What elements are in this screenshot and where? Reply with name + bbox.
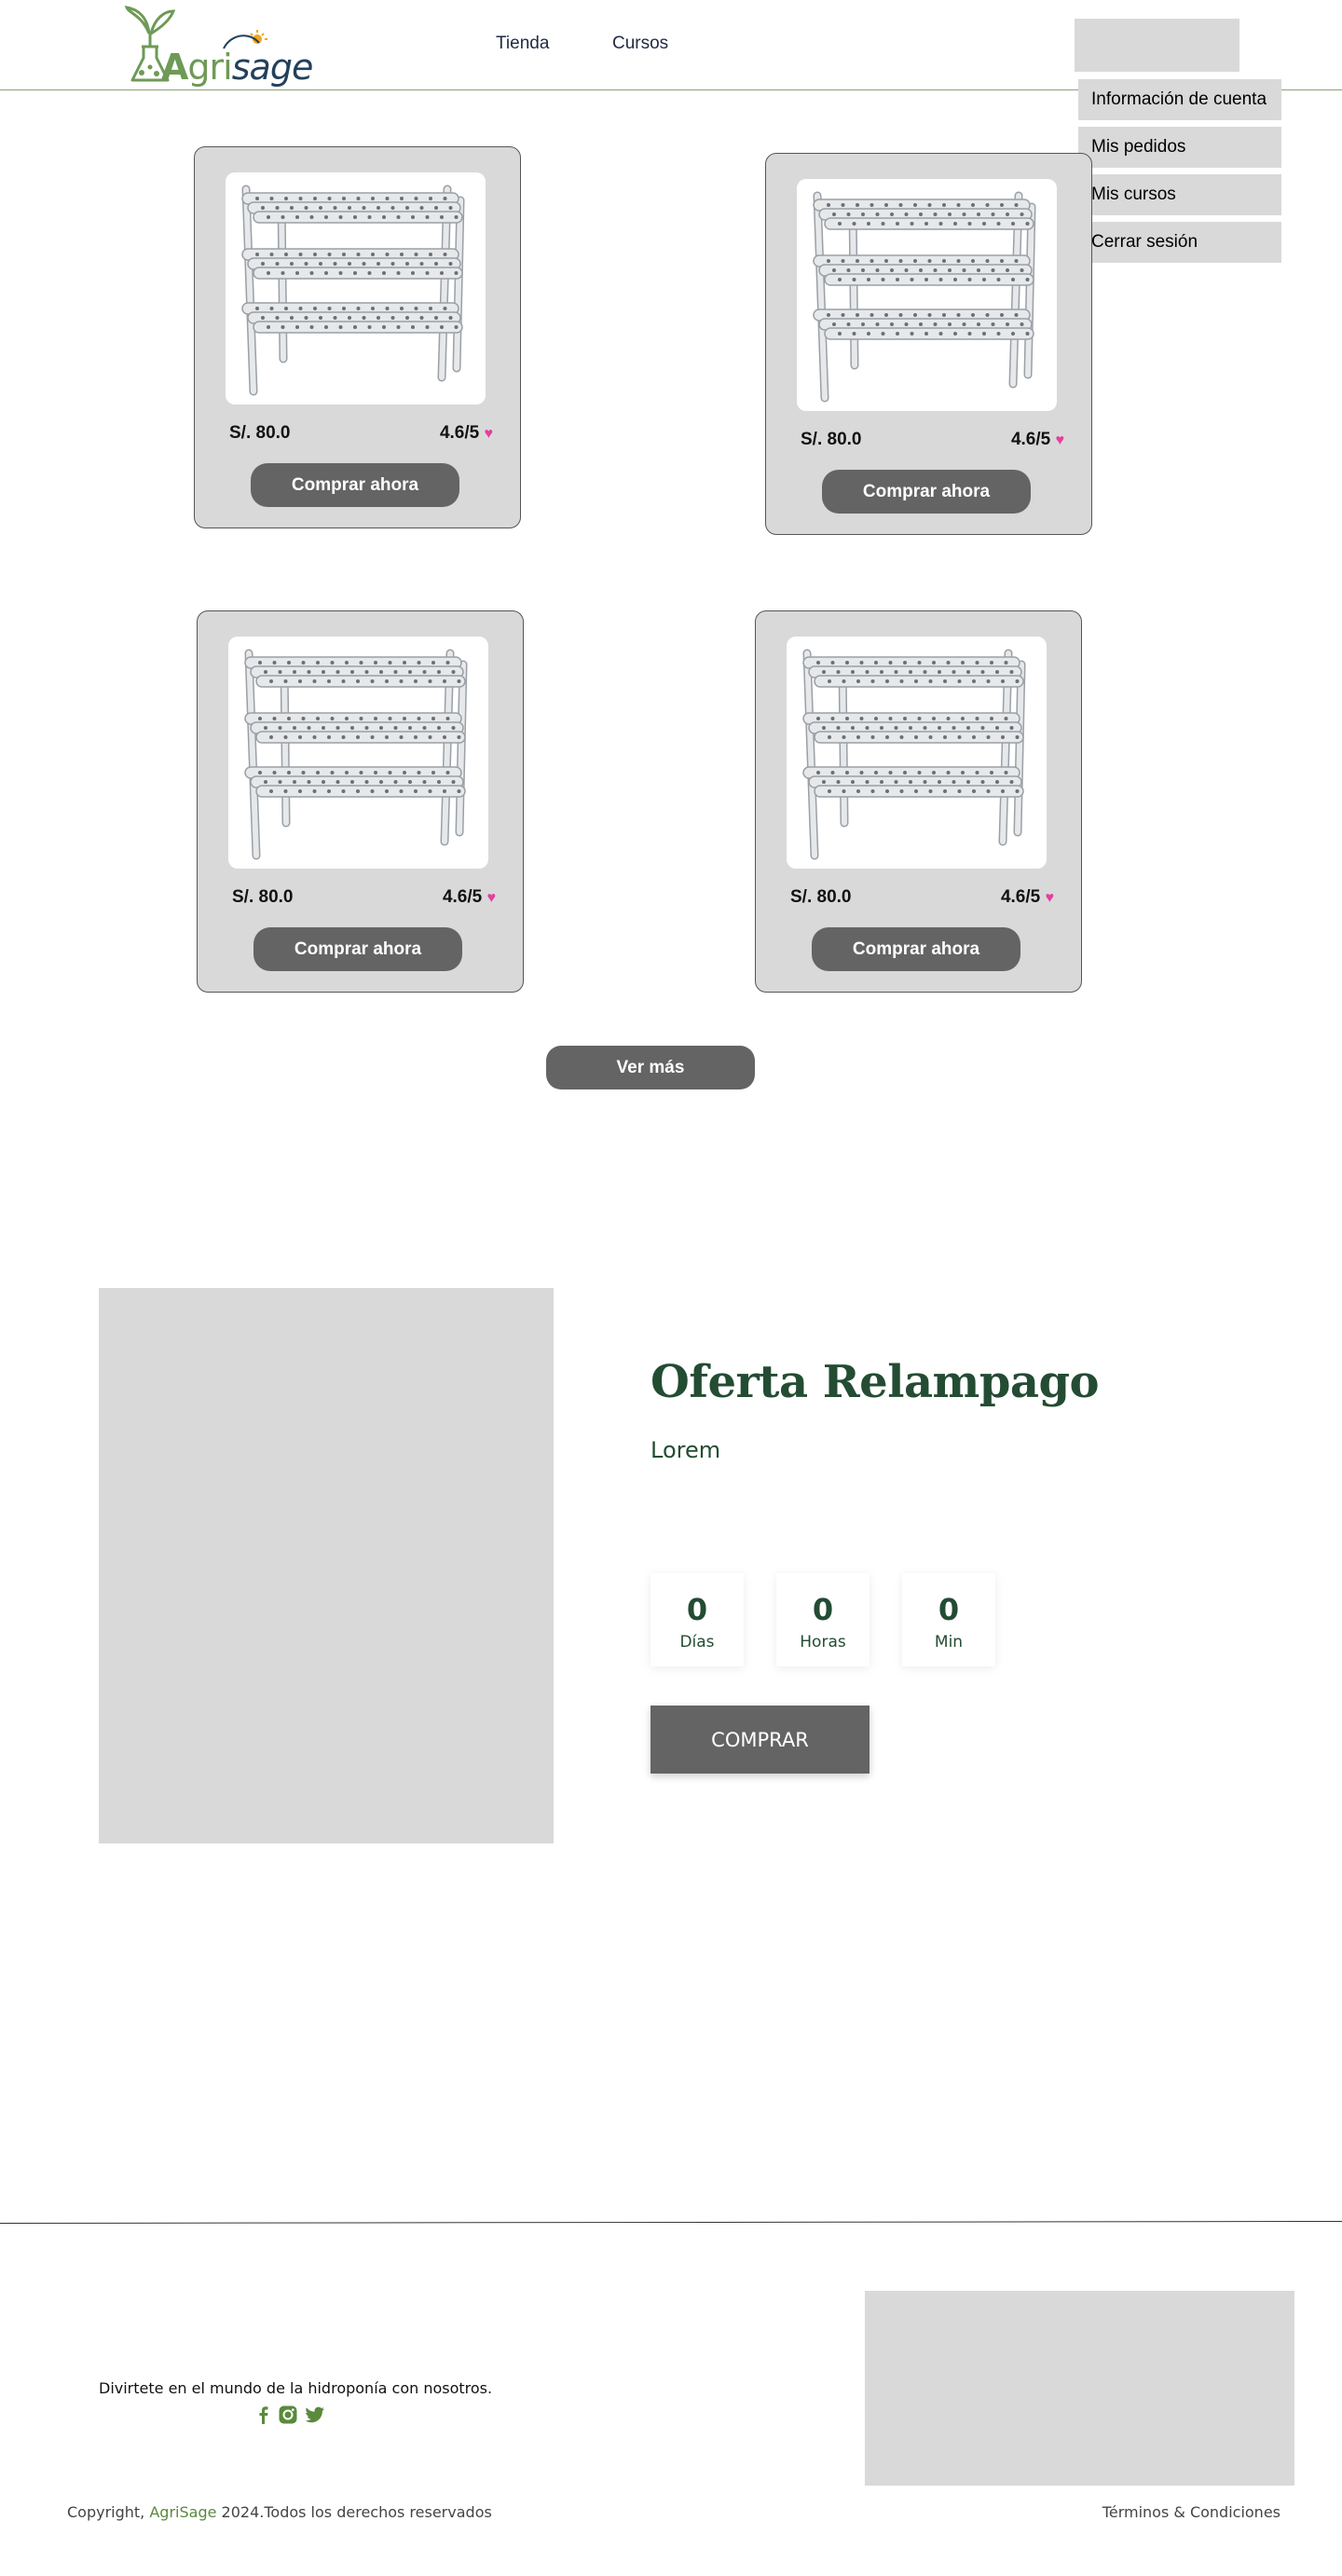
product-price: S/. 80.0 bbox=[790, 887, 852, 907]
product-card: S/. 80.0 4.6/5 ♥ Comprar ahora bbox=[765, 153, 1092, 535]
account-button[interactable] bbox=[1075, 19, 1239, 72]
product-price: S/. 80.0 bbox=[801, 430, 862, 449]
nav-cursos[interactable]: Cursos bbox=[612, 34, 668, 54]
product-rating: 4.6/5 ♥ bbox=[1010, 430, 1065, 449]
site-header: Agrisage Tienda Cursos bbox=[0, 0, 1342, 90]
menu-item-my-orders[interactable]: Mis pedidos bbox=[1078, 127, 1281, 168]
footer-tagline: Divirtete en el mundo de la hidroponía c… bbox=[99, 2379, 493, 2397]
menu-item-account-info[interactable]: Información de cuenta bbox=[1078, 79, 1281, 120]
countdown-value: 0 bbox=[812, 1592, 834, 1627]
buy-offer-button[interactable]: COMPRAR bbox=[650, 1706, 870, 1774]
hydroponic-shelf-icon bbox=[802, 649, 1026, 860]
buy-now-button[interactable]: Comprar ahora bbox=[812, 927, 1020, 971]
product-image[interactable] bbox=[226, 172, 486, 404]
buy-now-button[interactable]: Comprar ahora bbox=[253, 927, 462, 971]
buy-now-button[interactable]: Comprar ahora bbox=[822, 470, 1031, 514]
nav-tienda[interactable]: Tienda bbox=[496, 34, 549, 54]
product-image[interactable] bbox=[787, 637, 1047, 869]
countdown-value: 0 bbox=[938, 1592, 960, 1627]
product-price: S/. 80.0 bbox=[232, 887, 294, 907]
product-rating: 4.6/5 ♥ bbox=[1000, 887, 1055, 907]
heart-icon: ♥ bbox=[1045, 890, 1055, 906]
offer-title: Oferta Relampago bbox=[650, 1356, 1100, 1408]
buy-now-button[interactable]: Comprar ahora bbox=[251, 463, 459, 507]
offer-image bbox=[99, 1288, 554, 1843]
product-image[interactable] bbox=[228, 637, 488, 869]
product-image[interactable] bbox=[797, 179, 1057, 411]
logo-wordmark: Agrisage bbox=[161, 47, 313, 88]
countdown-label: Horas bbox=[800, 1633, 846, 1651]
footer-map-placeholder bbox=[865, 2291, 1294, 2486]
product-price: S/. 80.0 bbox=[229, 423, 291, 443]
footer-divider bbox=[0, 2220, 1342, 2225]
countdown-days: 0 Días bbox=[650, 1573, 744, 1666]
product-card: S/. 80.0 4.6/5 ♥ Comprar ahora bbox=[755, 610, 1082, 993]
twitter-icon[interactable] bbox=[305, 2405, 325, 2425]
countdown-label: Min bbox=[934, 1633, 964, 1651]
copyright-text: Copyright, AgriSage 2024.Todos los derec… bbox=[67, 2503, 492, 2521]
copyright-brand[interactable]: AgriSage bbox=[149, 2503, 216, 2521]
menu-item-my-courses[interactable]: Mis cursos bbox=[1078, 174, 1281, 215]
countdown-hours: 0 Horas bbox=[776, 1573, 870, 1666]
see-more-button[interactable]: Ver más bbox=[546, 1046, 755, 1089]
product-card: S/. 80.0 4.6/5 ♥ Comprar ahora bbox=[197, 610, 524, 993]
terms-link[interactable]: Términos & Condiciones bbox=[1102, 2503, 1280, 2521]
agrisage-logo[interactable]: Agrisage bbox=[121, 6, 313, 88]
hydroponic-shelf-icon bbox=[241, 185, 465, 396]
hydroponic-shelf-icon bbox=[813, 191, 1036, 403]
menu-item-logout[interactable]: Cerrar sesión bbox=[1078, 222, 1281, 263]
heart-icon: ♥ bbox=[1055, 432, 1065, 448]
product-card: S/. 80.0 4.6/5 ♥ Comprar ahora bbox=[194, 146, 521, 528]
countdown-value: 0 bbox=[686, 1592, 708, 1627]
product-rating: 4.6/5 ♥ bbox=[442, 887, 497, 907]
heart-icon: ♥ bbox=[486, 890, 497, 906]
instagram-icon[interactable] bbox=[278, 2405, 298, 2425]
product-rating: 4.6/5 ♥ bbox=[439, 423, 494, 443]
countdown-label: Días bbox=[679, 1633, 715, 1651]
hydroponic-shelf-icon bbox=[244, 649, 468, 860]
countdown-minutes: 0 Min bbox=[902, 1573, 995, 1666]
offer-subtitle: Lorem bbox=[650, 1437, 721, 1463]
heart-icon: ♥ bbox=[484, 426, 494, 442]
facebook-icon[interactable] bbox=[253, 2405, 274, 2425]
